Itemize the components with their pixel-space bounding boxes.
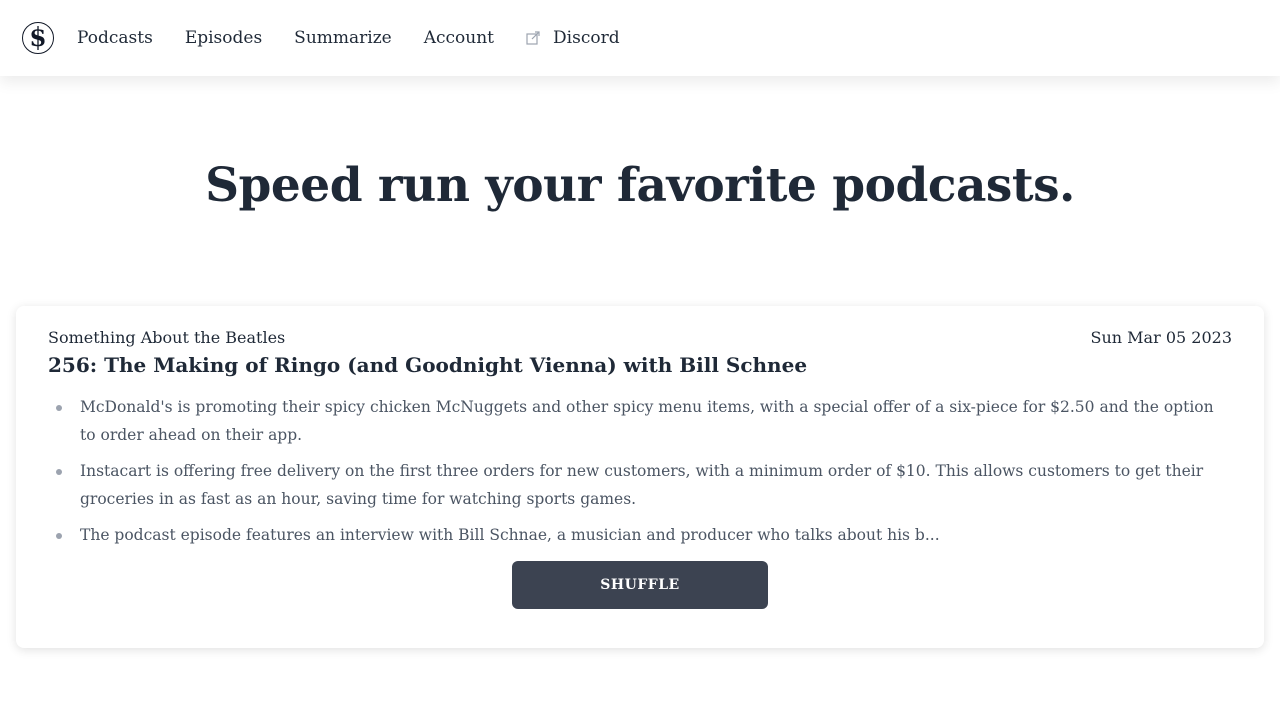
episode-title[interactable]: 256: The Making of Ringo (and Goodnight … (48, 353, 1232, 377)
shuffle-button[interactable]: SHUFFLE (512, 561, 768, 609)
hero-title: Speed run your favorite podcasts. (205, 158, 1075, 213)
external-link-icon (526, 30, 541, 46)
shuffle-container: SHUFFLE (48, 561, 1232, 609)
summary-item: McDonald's is promoting their spicy chic… (56, 393, 1232, 449)
nav-discord-label: Discord (553, 28, 620, 48)
nav-discord[interactable]: Discord (526, 28, 620, 48)
nav-episodes[interactable]: Episodes (185, 28, 262, 48)
main-nav: Podcasts Episodes Summarize Account Disc… (77, 28, 652, 48)
summary-item: The podcast episode features an intervie… (56, 521, 1232, 549)
summary-list: McDonald's is promoting their spicy chic… (48, 393, 1232, 549)
nav-account[interactable]: Account (424, 28, 494, 48)
summary-item: Instacart is offering free delivery on t… (56, 457, 1232, 513)
logo-icon[interactable]: S (22, 22, 54, 54)
episode-meta: Something About the Beatles Sun Mar 05 2… (48, 328, 1232, 347)
nav-podcasts[interactable]: Podcasts (77, 28, 153, 48)
nav-summarize[interactable]: Summarize (294, 28, 392, 48)
episode-date: Sun Mar 05 2023 (1090, 328, 1232, 347)
episode-card: Something About the Beatles Sun Mar 05 2… (16, 306, 1264, 648)
top-navbar: S Podcasts Episodes Summarize Account Di… (0, 0, 1280, 76)
podcast-name[interactable]: Something About the Beatles (48, 328, 285, 347)
